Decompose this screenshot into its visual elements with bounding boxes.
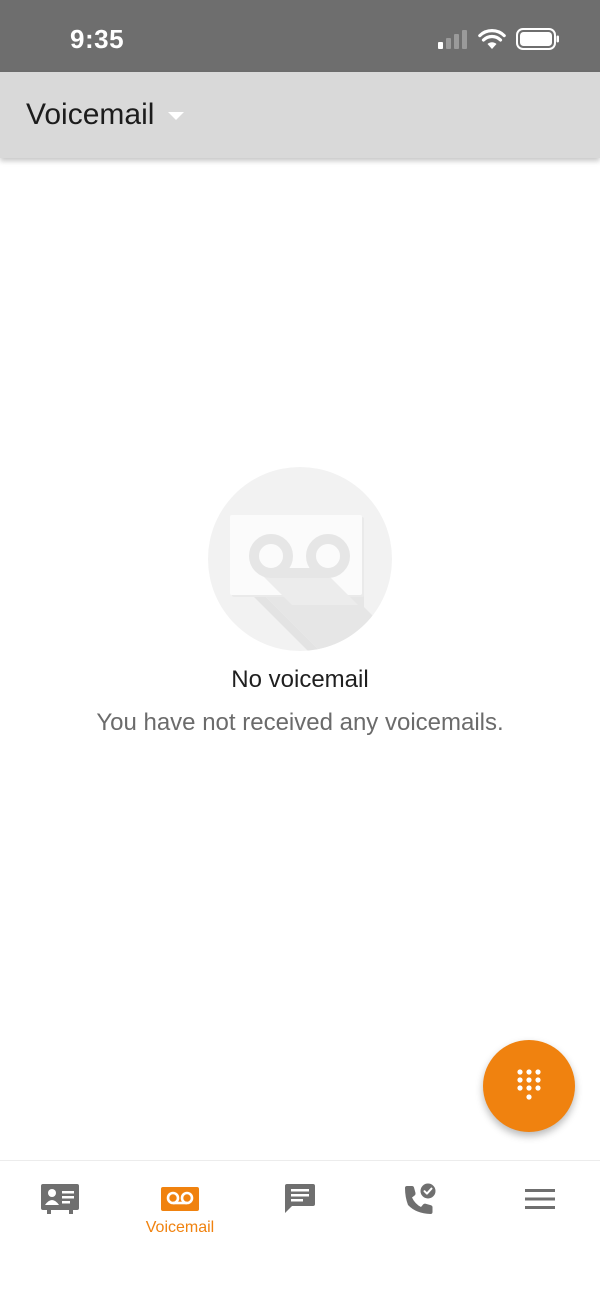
- contacts-card-icon: [41, 1184, 79, 1214]
- bottom-navigation: Voicemail: [0, 1160, 600, 1298]
- app-bar: Voicemail: [0, 72, 600, 158]
- caret-down-icon[interactable]: [168, 112, 184, 120]
- menu-icon: [525, 1189, 555, 1209]
- dialpad-icon: [517, 1069, 541, 1100]
- voicemail-icon: [161, 1187, 199, 1211]
- nav-item-messages[interactable]: [240, 1161, 360, 1251]
- voicemail-tape-icon: [230, 515, 392, 651]
- battery-icon: [516, 28, 559, 50]
- voicemail-empty-illustration: [208, 467, 392, 651]
- nav-label-voicemail: Voicemail: [145, 1219, 215, 1236]
- cellular-signal-icon: [438, 30, 467, 49]
- status-icons: [438, 27, 560, 51]
- nav-item-contacts[interactable]: [0, 1161, 120, 1251]
- nav-item-voicemail[interactable]: Voicemail: [120, 1161, 240, 1251]
- status-time: 9:35: [70, 24, 125, 54]
- status-bar: 9:35: [0, 0, 600, 72]
- page-title[interactable]: Voicemail: [26, 98, 154, 132]
- dialpad-button[interactable]: [483, 1040, 575, 1132]
- wifi-icon: [478, 29, 506, 49]
- nav-item-call-history[interactable]: [360, 1161, 480, 1251]
- empty-state-title: No voicemail: [231, 666, 369, 693]
- chat-bubble-icon: [285, 1184, 315, 1213]
- nav-item-menu[interactable]: [480, 1161, 600, 1251]
- call-history-icon: [405, 1183, 436, 1214]
- empty-state-message: You have not received any voicemails.: [96, 709, 504, 736]
- voicemail-screen: 9:35 Voicemail No voicemail You have not…: [0, 0, 600, 1298]
